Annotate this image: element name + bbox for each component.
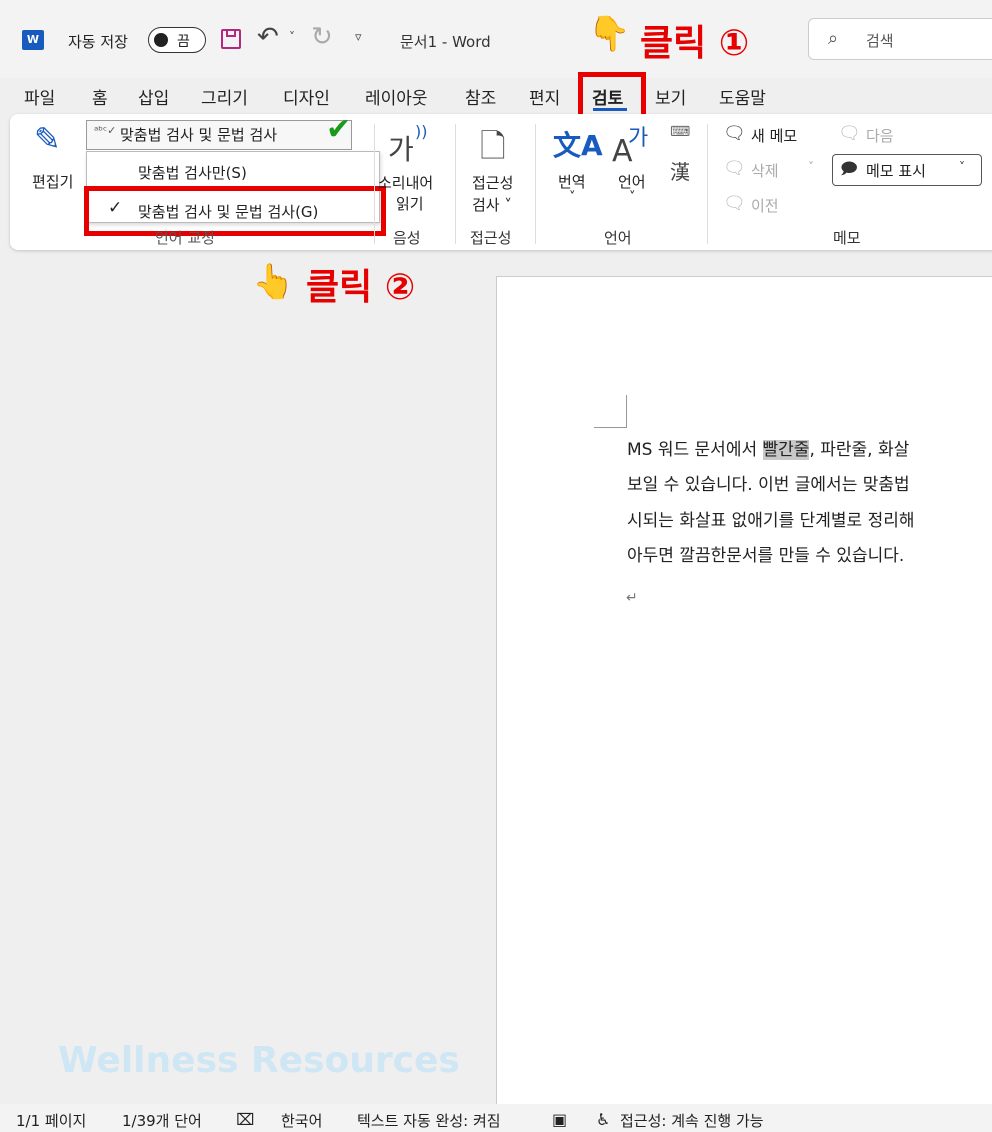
document-title: 문서1 - Word <box>400 33 491 51</box>
toggle-knob <box>154 33 168 47</box>
search-placeholder: 검색 <box>866 32 894 50</box>
tab-file[interactable]: 파일 <box>24 84 55 109</box>
document-page[interactable] <box>496 276 992 1107</box>
editor-label[interactable]: 편집기 <box>32 171 73 192</box>
redo-icon[interactable]: ↻ <box>311 22 333 52</box>
document-line-3[interactable]: 시되는 화살표 없애기를 단계별로 정리해 <box>627 506 915 531</box>
highlight-box-menu-item <box>84 186 386 236</box>
editor-icon[interactable]: ✎ <box>34 120 61 158</box>
group-label-accessibility: 접근성 <box>470 229 512 247</box>
next-comment-icon: 🗨 <box>838 123 861 144</box>
document-line-1[interactable]: MS 워드 문서에서 빨간줄, 파란줄, 화살 <box>627 435 909 460</box>
watermark: Wellness Resources <box>58 1040 460 1081</box>
ribbon-separator <box>374 124 375 244</box>
undo-dropdown-icon[interactable]: ˅ <box>289 30 295 44</box>
tab-references[interactable]: 참조 <box>465 84 496 109</box>
status-text-predictions[interactable]: 텍스트 자동 완성: 켜짐 <box>357 1110 501 1131</box>
tab-draw[interactable]: 그리기 <box>201 84 248 109</box>
line1-prefix: MS 워드 문서에서 <box>627 440 763 460</box>
document-line-4[interactable]: 아두면 깔끔한문서를 만들 수 있습니다. <box>627 541 904 566</box>
accessibility-label-2[interactable]: 검사 ˅ <box>472 194 512 215</box>
language-label[interactable]: 언어 <box>618 171 646 192</box>
tab-mailings[interactable]: 편지 <box>529 84 560 109</box>
previous-comment-label: 이전 <box>751 197 779 215</box>
customize-quick-access-icon[interactable]: ▿ <box>355 30 362 45</box>
document-line-2[interactable]: 보일 수 있습니다. 이번 글에서는 맞춤법 <box>627 470 910 495</box>
ribbon-separator <box>455 124 456 244</box>
language-glyph: 가 <box>628 126 649 151</box>
checkmark-icon: ✔ <box>326 112 352 147</box>
spelling-check-icon: ᵃᵇᶜ✓ <box>94 124 117 137</box>
status-language[interactable]: 한국어 <box>281 1110 322 1131</box>
show-comments-label: 메모 표시 <box>866 162 926 180</box>
accessibility-label-1[interactable]: 접근성 <box>472 172 513 193</box>
new-comment-label[interactable]: 새 메모 <box>751 125 797 146</box>
margin-corner-mark <box>594 395 627 428</box>
next-comment-label: 다음 <box>866 127 894 145</box>
highlighted-word: 빨간줄 <box>762 440 810 460</box>
proofing-status-icon[interactable]: ⌧ <box>236 1110 254 1129</box>
autosave-label: 자동 저장 <box>68 33 128 51</box>
click-annotation-1: 클릭 ① <box>640 23 750 64</box>
pointing-hand-icon: 👆 <box>252 262 295 302</box>
tab-insert[interactable]: 삽입 <box>138 84 169 109</box>
ribbon-separator <box>707 124 708 244</box>
delete-dropdown-icon: ˅ <box>808 160 814 174</box>
line1-suffix: , 파란줄, 화살 <box>809 440 910 460</box>
menu-item-spelling-only[interactable]: 맞춤법 검사만(S) <box>138 162 247 183</box>
show-comments-dropdown-icon[interactable]: ˅ <box>959 160 965 174</box>
language-dropdown-icon[interactable]: ˅ <box>629 190 636 205</box>
tab-design[interactable]: 디자인 <box>283 84 330 109</box>
accessibility-check-icon[interactable]: 🗋 <box>480 124 506 178</box>
search-icon: ⌕ <box>828 28 839 49</box>
previous-comment-icon: 🗨 <box>723 193 746 214</box>
autosave-toggle[interactable]: 끔 <box>148 27 206 53</box>
comment-icon: 🗩 <box>840 159 858 178</box>
translate-label[interactable]: 번역 <box>558 171 586 192</box>
paragraph-mark: ↵ <box>626 590 638 606</box>
tab-help[interactable]: 도움말 <box>719 84 766 109</box>
word-app-icon: W <box>22 30 44 50</box>
pointing-hand-icon: 👇 <box>588 14 631 54</box>
autosave-state: 끔 <box>177 34 190 50</box>
group-label-comments: 메모 <box>833 229 861 247</box>
keyboard-icon[interactable]: ⌨ <box>670 124 690 140</box>
spelling-combo-label: 맞춤법 검사 및 문법 검사 <box>120 126 278 144</box>
delete-comment-icon: 🗨 <box>723 158 746 179</box>
ribbon-separator <box>535 124 536 244</box>
group-label-proofing: 언어 교정 <box>155 229 215 247</box>
tab-home[interactable]: 홈 <box>92 84 108 109</box>
tab-view[interactable]: 보기 <box>655 84 686 109</box>
hanja-icon[interactable]: 漢 <box>670 156 690 185</box>
group-label-speech: 음성 <box>393 229 421 247</box>
read-aloud-icon[interactable]: 가 <box>388 128 414 168</box>
sound-waves-icon: )) <box>415 122 428 141</box>
translate-icon[interactable]: 文A <box>553 124 603 164</box>
read-aloud-label-1[interactable]: 소리내어 <box>378 172 433 193</box>
status-word-count[interactable]: 1/39개 단어 <box>122 1110 202 1131</box>
status-accessibility[interactable]: 접근성: 계속 진행 가능 <box>620 1110 764 1131</box>
new-comment-icon[interactable]: 🗨 <box>723 123 746 144</box>
accessibility-icon: ♿ <box>596 1110 611 1129</box>
translate-dropdown-icon[interactable]: ˅ <box>569 190 576 205</box>
status-page-count[interactable]: 1/1 페이지 <box>16 1110 86 1131</box>
tab-layout[interactable]: 레이아웃 <box>365 84 428 109</box>
undo-icon[interactable]: ↶ <box>257 22 279 52</box>
macro-record-icon[interactable]: ▣ <box>552 1110 567 1129</box>
group-label-language: 언어 <box>604 229 632 247</box>
delete-comment-label: 삭제 <box>751 162 779 180</box>
read-aloud-label-2[interactable]: 읽기 <box>396 193 424 214</box>
click-annotation-2: 클릭 ② <box>306 267 416 308</box>
save-icon[interactable] <box>221 29 241 49</box>
